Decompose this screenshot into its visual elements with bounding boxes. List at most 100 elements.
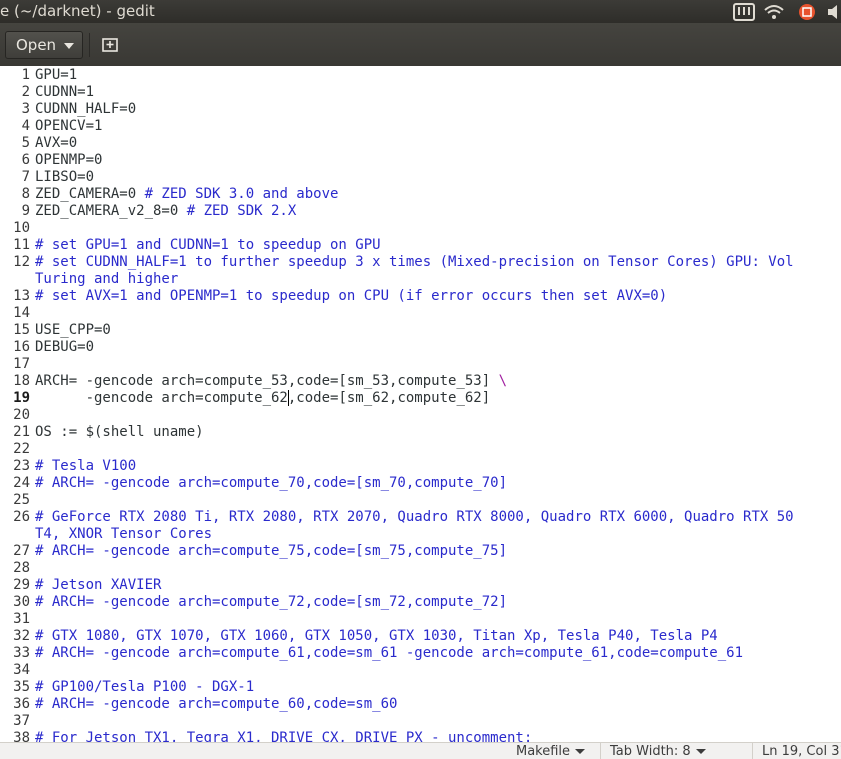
line-number: 25 xyxy=(13,492,30,508)
chevron-down-icon xyxy=(695,749,706,754)
input-method-icon[interactable] xyxy=(797,3,817,21)
code-text: ZED_CAMERA=0 xyxy=(35,186,145,202)
line-number: 11 xyxy=(13,237,30,253)
line-number: 20 xyxy=(13,407,30,423)
status-divider xyxy=(752,743,753,759)
line-number: 31 xyxy=(13,611,30,627)
line-number: 30 xyxy=(13,594,30,610)
keyboard-icon[interactable] xyxy=(733,3,755,21)
line-text: # GTX 1080, GTX 1070, GTX 1060, GTX 1050… xyxy=(35,628,718,645)
code-text: OS := $(shell uname) xyxy=(35,424,204,440)
tab-width-selector[interactable]: Tab Width: 8 xyxy=(610,745,706,759)
line-number: 12 xyxy=(13,254,30,270)
code-text: ZED_CAMERA_v2_8=0 xyxy=(35,203,187,219)
line-number: 33 xyxy=(13,645,30,661)
comment-text: # set AVX=1 and OPENMP=1 to speedup on C… xyxy=(35,288,668,304)
line-number: 10 xyxy=(13,220,30,236)
text-editor[interactable]: 1 GPU=1 2 CUDNN=1 3 CUDNN_HALF=0 4 OPENCV=1 5 AVX… xyxy=(0,66,841,742)
line-number: 16 xyxy=(13,339,30,355)
code-text: CUDNN=1 xyxy=(35,84,95,100)
line-number: 29 xyxy=(13,577,30,593)
open-button[interactable]: Open xyxy=(5,31,83,59)
line-number: 34 xyxy=(13,662,30,678)
comment-text: # set GPU=1 and CUDNN=1 to speedup on GP… xyxy=(35,237,381,253)
line-text: # Jetson XAVIER xyxy=(35,577,161,594)
comment-text: # ARCH= -gencode arch=compute_70,code=[s… xyxy=(35,475,508,491)
line-number: 19 xyxy=(13,390,30,406)
line-number: 1 xyxy=(21,67,30,83)
code-text: USE_CPP=0 xyxy=(35,322,111,338)
line-number: 8 xyxy=(21,186,30,202)
line-text: CUDNN=1 xyxy=(35,84,94,101)
code-text: ,code=[sm_62,compute_62] xyxy=(287,390,491,406)
line-number: 13 xyxy=(13,288,30,304)
line-text: # ARCH= -gencode arch=compute_72,code=[s… xyxy=(35,594,507,611)
line-number: 3 xyxy=(21,101,30,117)
new-tab-icon[interactable] xyxy=(96,31,124,59)
line-text: # ARCH= -gencode arch=compute_70,code=[s… xyxy=(35,475,507,492)
language-selector[interactable]: Makefile xyxy=(516,744,586,759)
title-bar: e (~/darknet) - gedit xyxy=(0,0,841,23)
line-text: DEBUG=0 xyxy=(35,339,94,356)
status-bar: Makefile Tab Width: 8 Ln 19, Col 31 xyxy=(0,742,841,759)
volume-icon[interactable] xyxy=(827,3,841,21)
line-text: OPENMP=0 xyxy=(35,152,102,169)
comment-text: # GP100/Tesla P100 - DGX-1 xyxy=(35,679,255,695)
line-text: CUDNN_HALF=0 xyxy=(35,101,136,118)
line-text: # For Jetson TX1, Tegra X1, DRIVE CX, DR… xyxy=(35,730,532,742)
window-title: e (~/darknet) - gedit xyxy=(0,2,155,20)
line-text: # ARCH= -gencode arch=compute_75,code=[s… xyxy=(35,543,507,560)
code-text: CUDNN_HALF=0 xyxy=(35,101,137,117)
line-text: GPU=1 xyxy=(35,67,77,84)
line-number: 22 xyxy=(13,441,30,457)
line-text: OPENCV=1 xyxy=(35,118,102,135)
line-number: 36 xyxy=(13,696,30,712)
line-text: # set AVX=1 and OPENMP=1 to speedup on C… xyxy=(35,288,667,305)
line-text: # set GPU=1 and CUDNN=1 to speedup on GP… xyxy=(35,237,381,254)
line-number: 5 xyxy=(21,135,30,151)
code-text: ARCH= -gencode arch=compute_53,code=[sm_… xyxy=(35,373,499,389)
comment-text: Turing and higher xyxy=(35,271,179,287)
comment-text: # For Jetson TX1, Tegra X1, DRIVE CX, DR… xyxy=(35,730,533,742)
comment-text: # ZED SDK 3.0 and above xyxy=(144,186,339,202)
line-number: 9 xyxy=(21,203,30,219)
chevron-down-icon xyxy=(575,749,586,754)
line-text: Turing and higher xyxy=(35,271,178,288)
comment-text: # Jetson XAVIER xyxy=(35,577,162,593)
language-label: Makefile xyxy=(516,744,571,759)
comment-text: # ZED SDK 2.X xyxy=(186,203,297,219)
line-text: ZED_CAMERA_v2_8=0 # ZED SDK 2.X xyxy=(35,203,296,220)
comment-text: # ARCH= -gencode arch=compute_60,code=sm… xyxy=(35,696,398,712)
comment-text: # Tesla V100 xyxy=(35,458,137,474)
code-text: OPENCV=1 xyxy=(35,118,103,134)
cursor-position: Ln 19, Col 31 xyxy=(762,744,841,759)
line-text: # set CUDNN_HALF=1 to further speedup 3 … xyxy=(35,254,794,271)
line-number: 6 xyxy=(21,152,30,168)
chevron-down-icon xyxy=(64,43,74,49)
comment-text: # set CUDNN_HALF=1 to further speedup 3 … xyxy=(35,254,794,270)
line-text: USE_CPP=0 xyxy=(35,322,111,339)
line-number: 14 xyxy=(13,305,30,321)
line-number: 26 xyxy=(13,509,30,525)
code-text: AVX=0 xyxy=(35,135,78,151)
tab-width-label: Tab Width: 8 xyxy=(610,744,691,759)
comment-text: # ARCH= -gencode arch=compute_72,code=[s… xyxy=(35,594,508,610)
line-text: OS := $(shell uname) xyxy=(35,424,204,441)
comment-text: # ARCH= -gencode arch=compute_61,code=sm… xyxy=(35,645,744,661)
toolbar-divider xyxy=(89,33,90,57)
line-text: ARCH= -gencode arch=compute_53,code=[sm_… xyxy=(35,373,507,390)
line-text: AVX=0 xyxy=(35,135,77,152)
line-text: LIBSO=0 xyxy=(35,169,94,186)
line-number: 27 xyxy=(13,543,30,559)
code-text: OPENMP=0 xyxy=(35,152,103,168)
wifi-icon[interactable] xyxy=(763,3,785,21)
line-text: # Tesla V100 xyxy=(35,458,136,475)
line-text: # GeForce RTX 2080 Ti, RTX 2080, RTX 207… xyxy=(35,509,794,526)
line-text: # ARCH= -gencode arch=compute_60,code=sm… xyxy=(35,696,397,713)
comment-text: # GeForce RTX 2080 Ti, RTX 2080, RTX 207… xyxy=(35,509,794,525)
line-number: 4 xyxy=(21,118,30,134)
comment-text: T4, XNOR Tensor Cores xyxy=(35,526,213,542)
line-number: 24 xyxy=(13,475,30,491)
line-number: 7 xyxy=(21,169,30,185)
open-button-label: Open xyxy=(16,36,57,54)
